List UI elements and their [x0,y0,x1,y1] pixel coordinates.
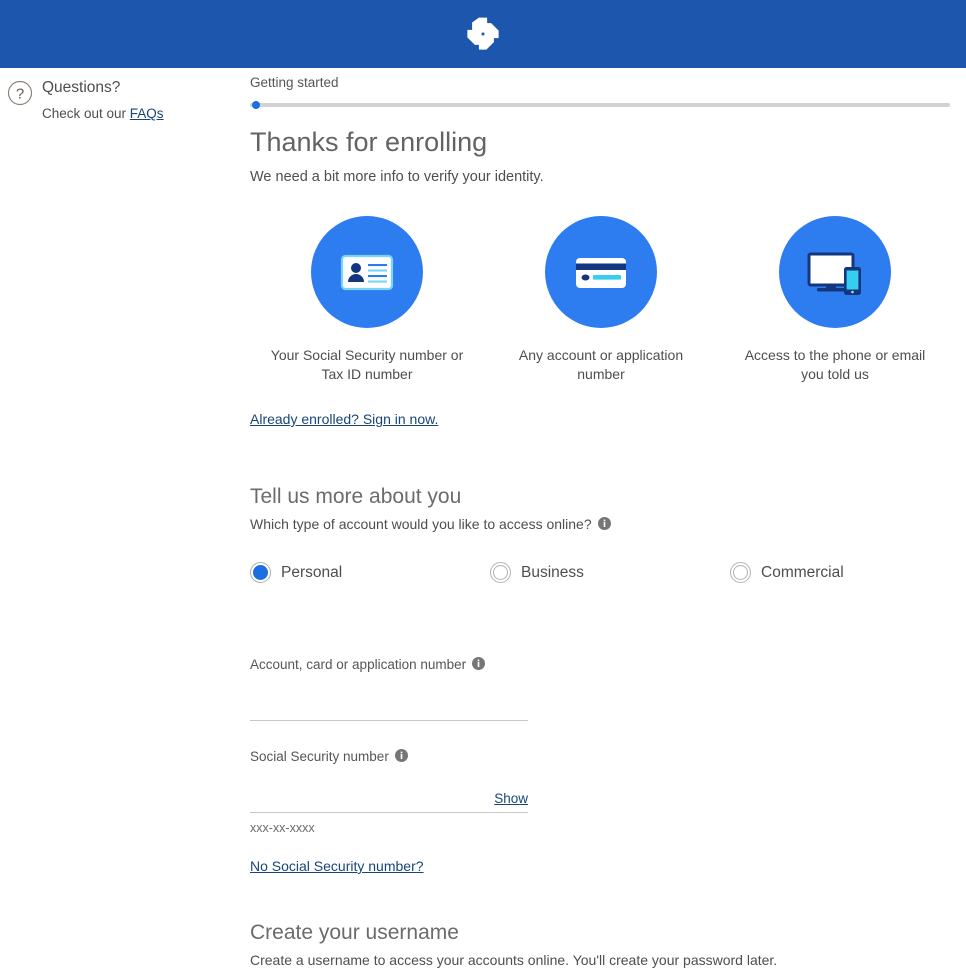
monitor-phone-icon [779,216,891,328]
radio-mark-personal [250,562,271,583]
tell-us-question-row: Which type of account would you like to … [250,515,954,534]
account-number-field-group: Account, card or application number [250,656,528,721]
ssn-field-group: Social Security number Show xxx-xx-xxxx [250,748,528,874]
tell-us-title: Tell us more about you [250,485,462,508]
ssn-label-text: Social Security number [250,749,389,764]
create-username-subtitle: Create a username to access your account… [250,952,778,968]
requirement-caption: Any account or application number [518,347,684,382]
account-type-radio-group: Personal Business Commercial [250,562,954,583]
account-number-input-wrap [250,680,528,721]
radio-mark-business [490,562,511,583]
ssn-format-hint: xxx-xx-xxxx [250,821,315,835]
main-content: Getting started Thanks for enrolling We … [250,68,966,970]
signin-line: Already enrolled? Sign in now. [250,411,954,427]
question-mark-circle-icon: ? [7,78,33,111]
account-number-label: Account, card or application number [250,656,528,674]
no-ssn-link[interactable]: No Social Security number? [250,858,424,874]
page-subtitle: We need a bit more info to verify your i… [250,169,544,185]
chase-octagon-logo[interactable] [466,17,500,51]
help-title: Questions? [42,79,121,96]
help-subtitle: Check out our FAQs [42,105,164,123]
progress-bar [250,101,950,109]
requirement-caption: Access to the phone or email you told us [744,347,926,382]
ssn-input-wrap: Show [250,772,528,813]
requirement-item: Your Social Security number or Tax ID nu… [250,216,484,384]
info-icon[interactable] [466,656,486,674]
page-body: ? Questions? Check out our FAQs Getting … [0,68,966,970]
svg-text:?: ? [16,86,24,103]
info-icon[interactable] [592,515,611,534]
requirements-list: Your Social Security number or Tax ID nu… [250,216,954,384]
already-enrolled-signin-link[interactable]: Already enrolled? Sign in now. [250,411,438,427]
tell-us-section: Tell us more about you Which type of acc… [250,484,954,583]
requirement-item: Any account or application number [484,216,718,384]
no-ssn-line: No Social Security number? [250,858,528,874]
help-rail: ? Questions? Check out our FAQs [0,68,250,123]
radio-mark-commercial [730,562,751,583]
account-number-label-text: Account, card or application number [250,657,467,672]
radio-label-commercial: Commercial [761,563,844,581]
help-row: ? Questions? Check out our FAQs [0,78,250,123]
create-username-title: Create your username [250,921,459,944]
requirement-item: Access to the phone or email you told us [718,216,952,384]
requirement-caption: Your Social Security number or Tax ID nu… [270,347,464,382]
radio-option-personal[interactable]: Personal [250,562,490,583]
radio-label-business: Business [521,563,584,581]
page-title: Thanks for enrolling [250,127,488,157]
radio-label-personal: Personal [281,563,343,581]
info-icon[interactable] [389,748,408,766]
help-sub-prefix: Check out our [42,106,130,121]
radio-option-commercial[interactable]: Commercial [730,562,966,583]
show-ssn-link[interactable]: Show [494,791,528,806]
ssn-label: Social Security number [250,748,528,766]
ssn-input[interactable] [250,772,528,811]
progress-indicator-dot [252,101,260,109]
tell-us-question: Which type of account would you like to … [250,516,592,532]
faqs-link[interactable]: FAQs [130,106,164,121]
progress-step-label: Getting started [250,75,339,90]
account-number-input[interactable] [250,680,528,719]
radio-option-business[interactable]: Business [490,562,730,583]
credit-card-icon [545,216,657,328]
site-header [0,0,966,68]
create-username-section: Create your username Create a username t… [250,920,954,970]
id-card-icon [311,216,423,328]
